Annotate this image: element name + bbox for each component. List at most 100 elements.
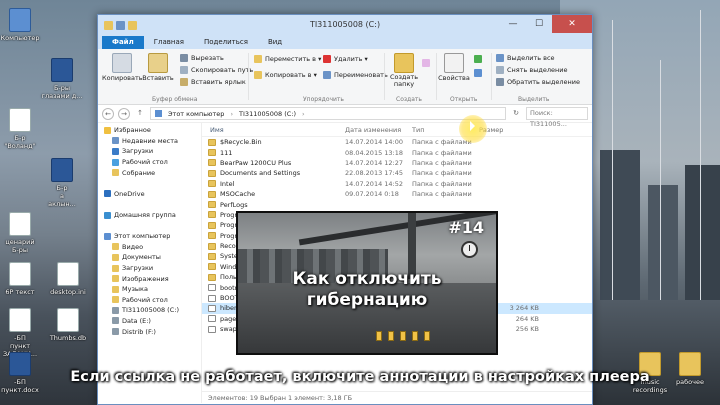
nav-item[interactable]: Загрузки xyxy=(98,263,201,274)
file-row[interactable]: $Recycle.Bin 14.07.2014 14:00 Папка с файл… xyxy=(202,137,592,147)
nav-item[interactable]: Избранное xyxy=(98,125,201,136)
tab-share[interactable]: Поделиться xyxy=(194,36,258,49)
nav-item[interactable]: Музыка xyxy=(98,284,201,295)
file-date: 09.07.2014 0:18 xyxy=(345,190,399,199)
file-row[interactable]: MSOCache 09.07.2014 0:18 Папка с файлами xyxy=(202,189,592,199)
invert-selection-button[interactable]: Обратить выделение xyxy=(496,78,580,86)
select-none-button[interactable]: Снять выделение xyxy=(496,66,567,74)
column-size[interactable]: Размер xyxy=(479,126,539,134)
edit-button[interactable] xyxy=(474,69,482,77)
move-to-button[interactable]: Переместить в ▾ xyxy=(254,55,321,63)
file-row[interactable]: Intel 14.07.2014 14:52 Папка с файлами xyxy=(202,179,592,189)
refresh-icon[interactable]: ↻ xyxy=(510,108,522,120)
column-date[interactable]: Дата изменения xyxy=(345,126,412,134)
file-row[interactable]: PerfLogs xyxy=(202,199,592,209)
minimize-button[interactable]: — xyxy=(500,15,526,33)
column-name[interactable]: Имя xyxy=(202,126,345,134)
history-icon xyxy=(474,69,482,77)
copy-button[interactable]: Копировать xyxy=(102,51,143,82)
file-date: 14.07.2014 14:52 xyxy=(345,179,404,188)
computer-icon xyxy=(155,110,162,117)
nav-item-label: Рабочий стол xyxy=(122,158,168,167)
nav-item-label: Рабочий стол xyxy=(122,295,168,304)
column-headers: Имя Дата изменения Тип Размер xyxy=(202,123,592,137)
nav-item[interactable]: Data (E:) xyxy=(98,316,201,327)
copy-path-button[interactable]: Скопировать путь xyxy=(180,66,253,74)
nav-item[interactable]: Рабочий стол xyxy=(98,295,201,306)
invert-icon xyxy=(496,78,504,86)
chevron-right-icon: › xyxy=(230,109,234,118)
nav-item-icon xyxy=(112,275,119,283)
nav-item[interactable]: Видео xyxy=(98,242,201,253)
background-building xyxy=(685,165,720,300)
tab-file[interactable]: Файл xyxy=(102,36,144,49)
desktop-icon[interactable]: Б-ры глазами д... xyxy=(32,58,92,100)
paste-shortcut-button[interactable]: Вставить ярлык xyxy=(180,78,246,86)
copy-to-button[interactable]: Копировать в ▾ xyxy=(254,71,317,79)
desktop-icon[interactable]: Компьютер xyxy=(0,8,50,42)
new-item-button[interactable] xyxy=(422,59,430,67)
tab-view[interactable]: Вид xyxy=(258,36,292,49)
desktop-icon-thumbs[interactable]: Thumbs.db xyxy=(38,308,98,342)
folder-icon xyxy=(208,273,216,281)
nav-item[interactable]: Недавние места xyxy=(98,136,201,147)
folder-icon xyxy=(208,252,216,260)
copy-icon xyxy=(112,53,132,73)
select-all-button[interactable]: Выделить все xyxy=(496,54,555,62)
desktop-icon[interactable]: Б-р а аклын... xyxy=(32,158,92,208)
group-label: Выделить xyxy=(518,96,550,103)
nav-item[interactable]: Этот компьютер xyxy=(98,231,201,242)
file-icon xyxy=(208,315,216,323)
up-button[interactable]: ↑ xyxy=(134,108,146,120)
nav-item[interactable]: Рабочий стол xyxy=(98,157,201,168)
desktop-icon[interactable]: Б-р "Воланд" xyxy=(0,108,50,150)
document-icon xyxy=(9,108,31,132)
tab-home[interactable]: Главная xyxy=(144,36,194,49)
nav-item[interactable]: Документы xyxy=(98,252,201,263)
chevron-right-icon: › xyxy=(302,109,305,118)
close-button[interactable]: ✕ xyxy=(552,15,592,33)
open-button[interactable] xyxy=(474,55,482,63)
rename-button[interactable]: Переименовать xyxy=(323,71,388,79)
open-icon xyxy=(474,55,482,63)
scissors-icon xyxy=(180,54,188,62)
file-row[interactable]: BearPaw 1200CU Plus 14.07.2014 12:27 Папка… xyxy=(202,158,592,168)
desktop-icon-desktopini[interactable]: desktop.ini xyxy=(38,262,98,296)
nav-item-label: Избранное xyxy=(114,126,151,135)
file-row[interactable]: Documents and Settings 22.08.2013 17:45 Па… xyxy=(202,168,592,178)
nav-item[interactable]: OneDrive xyxy=(98,189,201,200)
desktop-icon[interactable]: ценарий Б-ры xyxy=(0,212,50,254)
file-icon xyxy=(57,308,79,332)
document-icon xyxy=(51,158,73,182)
delete-button[interactable]: Удалить ▾ xyxy=(323,55,368,63)
nav-item[interactable]: Distrib (F:) xyxy=(98,326,201,337)
desktop-icon-label: Компьютер xyxy=(0,34,40,42)
properties-button[interactable]: Свойства xyxy=(434,51,474,82)
maximize-button[interactable]: ☐ xyxy=(526,15,552,33)
nav-item xyxy=(98,220,201,231)
search-input[interactable]: Поиск: TI311005... xyxy=(526,107,588,128)
nav-item-icon xyxy=(112,147,119,155)
file-row[interactable]: 111 08.04.2015 13:18 Папка с файлами xyxy=(202,147,592,157)
copy-path-icon xyxy=(180,66,188,74)
folder-icon xyxy=(208,211,216,219)
file-type: Папка с файлами xyxy=(412,148,472,157)
cut-button[interactable]: Вырезать xyxy=(180,54,224,62)
nav-item[interactable]: TI311005008 (C:) xyxy=(98,305,201,316)
ribbon: Копировать Вставить Вырезать Скопировать… xyxy=(98,49,592,105)
new-folder-button[interactable]: Создать папку xyxy=(384,51,424,88)
video-thumbnail[interactable]: #14 Как отключить гибернацию xyxy=(236,211,498,355)
address-bar[interactable]: Этот компьютер › TI311005008 (C:) › xyxy=(150,107,506,120)
rename-icon xyxy=(323,71,331,79)
nav-item[interactable]: Домашняя группа xyxy=(98,210,201,221)
breadcrumb-computer[interactable]: Этот компьютер xyxy=(168,110,224,118)
nav-item[interactable]: Загрузки xyxy=(98,146,201,157)
forward-button[interactable]: → xyxy=(118,107,130,120)
paste-button[interactable]: Вставить xyxy=(138,51,178,82)
nav-item[interactable]: Изображения xyxy=(98,273,201,284)
back-button[interactable]: ← xyxy=(102,107,114,120)
breadcrumb-drive[interactable]: TI311005008 (C:) xyxy=(239,110,296,118)
ribbon-separator xyxy=(248,53,249,100)
nav-item[interactable]: Собрание xyxy=(98,167,201,178)
clock-icon xyxy=(461,241,478,258)
